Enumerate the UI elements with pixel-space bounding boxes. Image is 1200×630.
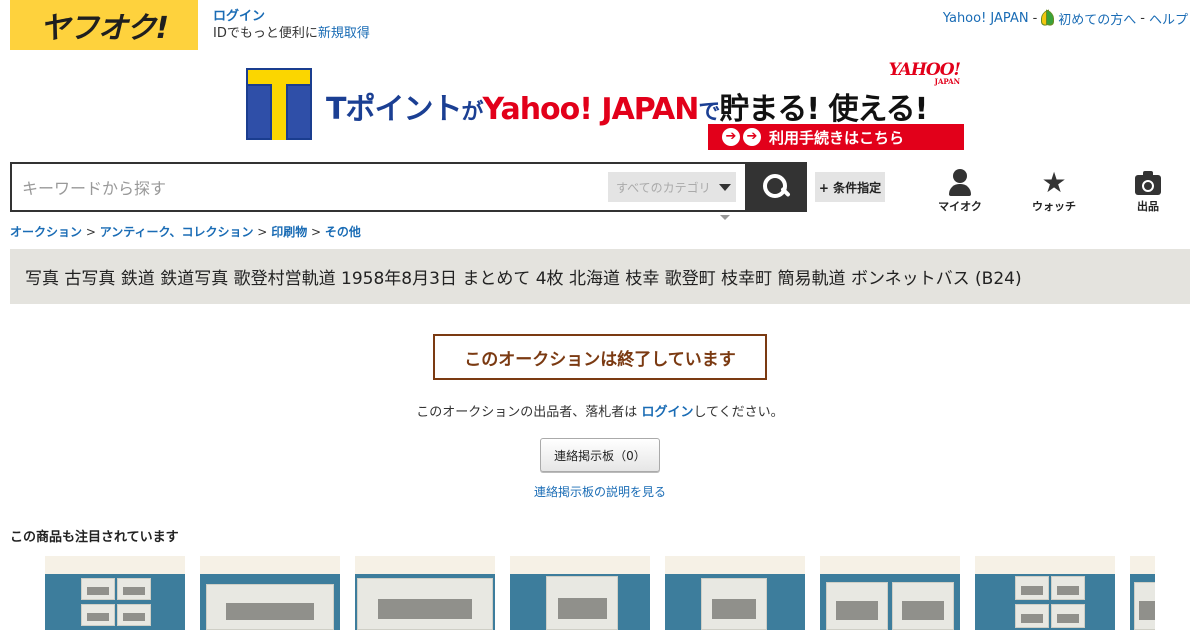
banner-yahoo: Yahoo! JAPAN: [482, 92, 699, 127]
category-select-label: すべてのカテゴリ: [616, 180, 711, 195]
top-links: Yahoo! JAPAN - 初めての方へ - ヘルプ: [943, 9, 1188, 28]
breadcrumb-separator: >: [257, 225, 268, 239]
related-item-thumbnail[interactable]: [510, 556, 650, 630]
related-item-thumbnail[interactable]: [975, 556, 1115, 630]
login-link[interactable]: ログイン: [213, 8, 370, 25]
arrow-right-icon: ➔ ➔: [722, 128, 761, 146]
ended-login-link[interactable]: ログイン: [641, 405, 693, 420]
search-box: すべてのカテゴリ: [10, 162, 746, 212]
login-sub-prefix: IDでもっと便利に: [213, 26, 318, 41]
breadcrumb-antique[interactable]: アンティーク、コレクション: [100, 225, 254, 239]
separator: -: [1140, 11, 1145, 26]
yahoo-japan-logo: YAHOO! JAPAN: [889, 62, 961, 86]
banner-tamaru: 貯まる! 使える!: [719, 92, 928, 127]
nav-sell-label: 出品: [1137, 200, 1159, 213]
login-sub-text: IDでもっと便利に新規取得: [213, 25, 370, 42]
beginner-mark-icon: [1041, 11, 1054, 26]
related-item-thumbnail[interactable]: [1130, 556, 1155, 630]
message-board-help-link[interactable]: 連絡掲示板の説明を見る: [0, 483, 1200, 500]
separator: -: [1032, 11, 1038, 26]
login-area: ログイン IDでもっと便利に新規取得: [213, 8, 370, 42]
yafuoku-logo[interactable]: ヤフオク!: [10, 0, 198, 50]
user-icon: [948, 169, 972, 197]
related-items-list: [45, 556, 1155, 630]
item-title-bar: 写真 古写真 鉄道 鉄道写真 歌登村営軌道 1958年8月3日 まとめて 4枚 …: [10, 249, 1190, 304]
breadcrumb-auction[interactable]: オークション: [10, 225, 82, 239]
breadcrumb-other[interactable]: その他: [325, 225, 361, 239]
nav-my-auction-label: マイオク: [938, 200, 982, 213]
related-item-thumbnail[interactable]: [665, 556, 805, 630]
banner-cta-label: 利用手続きはこちら: [769, 128, 905, 147]
nav-my-auction[interactable]: マイオク: [930, 168, 990, 214]
caret-down-icon: [720, 215, 730, 220]
breadcrumb: オークション > アンティーク、コレクション > 印刷物 > その他: [10, 223, 361, 240]
tpoint-banner[interactable]: TポイントがYahoo! JAPANで貯まる! 使える! YAHOO! JAPA…: [244, 62, 966, 152]
banner-de: で: [698, 100, 720, 125]
signup-link[interactable]: 新規取得: [318, 26, 370, 41]
nav-watch-label: ウォッチ: [1032, 200, 1076, 213]
tpoint-cube-icon: [246, 68, 312, 140]
related-item-thumbnail[interactable]: [820, 556, 960, 630]
banner-cta-button[interactable]: ➔ ➔ 利用手続きはこちら: [708, 124, 964, 150]
banner-headline: TポイントがYahoo! JAPANで貯まる! 使える!: [326, 84, 928, 128]
caret-down-icon: [718, 183, 731, 191]
breadcrumb-printed[interactable]: 印刷物: [271, 225, 307, 239]
related-item-thumbnail[interactable]: [45, 556, 185, 630]
beginners-link[interactable]: 初めての方へ: [1058, 9, 1136, 28]
nav-watch[interactable]: ★ ウォッチ: [1024, 168, 1084, 214]
banner-ga: が: [461, 100, 483, 125]
breadcrumb-separator: >: [311, 225, 322, 239]
search-input[interactable]: [22, 174, 582, 202]
breadcrumb-separator: >: [85, 225, 96, 239]
star-icon: ★: [1041, 166, 1067, 199]
search-icon: [763, 174, 789, 200]
message-board-button[interactable]: 連絡掲示板（0）: [540, 438, 660, 472]
ended-note-suffix: してください。: [693, 405, 784, 420]
nav-sell[interactable]: 出品: [1118, 168, 1178, 214]
logo-text: ヤフオク!: [39, 11, 169, 46]
search-button[interactable]: [745, 162, 807, 212]
related-heading: この商品も注目されています: [10, 530, 179, 545]
related-item-thumbnail[interactable]: [200, 556, 340, 630]
banner-tpoint: Tポイント: [326, 92, 462, 127]
ended-login-note: このオークションの出品者、落札者は ログインしてください。: [0, 401, 1200, 420]
ended-note-prefix: このオークションの出品者、落札者は: [416, 405, 642, 420]
category-select[interactable]: すべてのカテゴリ: [608, 172, 736, 202]
conditions-button[interactable]: + 条件指定: [815, 172, 885, 202]
camera-icon: [1135, 171, 1161, 195]
help-link[interactable]: ヘルプ: [1149, 9, 1188, 28]
yahoo-japan-link[interactable]: Yahoo! JAPAN: [943, 11, 1029, 26]
item-title: 写真 古写真 鉄道 鉄道写真 歌登村営軌道 1958年8月3日 まとめて 4枚 …: [25, 269, 1022, 289]
related-item-thumbnail[interactable]: [355, 556, 495, 630]
auction-ended-notice: このオークションは終了しています: [433, 334, 767, 380]
